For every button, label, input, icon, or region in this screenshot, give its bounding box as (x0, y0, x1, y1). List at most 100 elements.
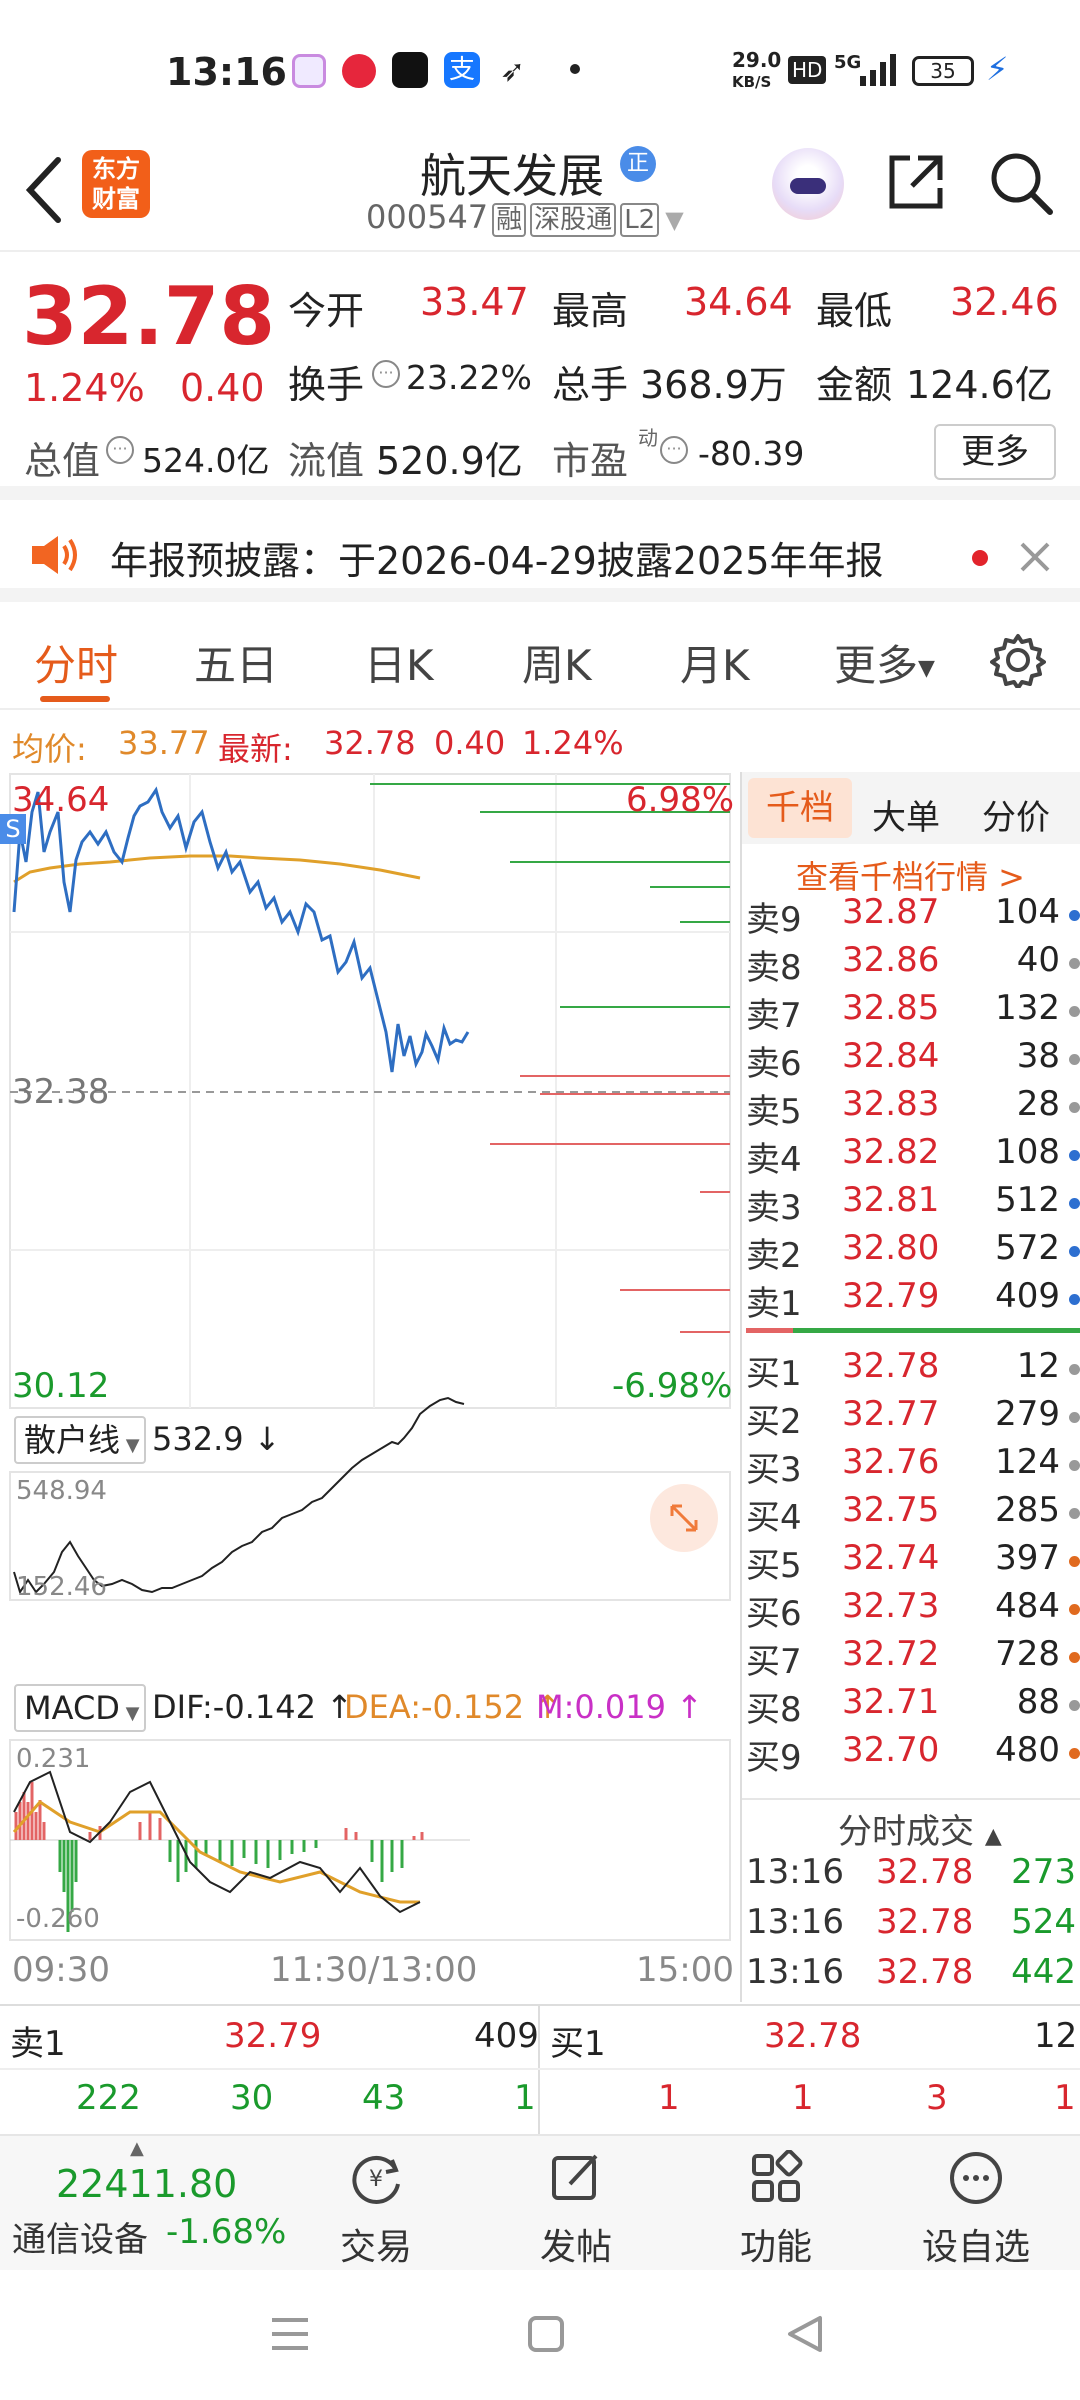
bottom-nav: ▲ 22411.80 通信设备 -1.68% ¥ 交易 发帖 功能 设自选 (0, 2134, 1080, 2270)
stock-name: 航天发展 (420, 149, 604, 203)
bid-row[interactable]: 买1 32.78 12 (742, 1346, 1080, 1394)
bid-volume: 397 (995, 1538, 1060, 1578)
bid-price: 32.76 (842, 1442, 940, 1482)
ask-level-label: 卖6 (746, 1044, 802, 1084)
ask-price: 32.84 (842, 1036, 940, 1076)
chevron-down-icon[interactable]: ▼ (665, 206, 683, 234)
tab-daily-k[interactable]: 日K (364, 632, 434, 693)
trade-price: 32.78 (876, 1952, 974, 1992)
ask-row[interactable]: 卖1 32.79 409 (742, 1276, 1080, 1324)
trade-row: 13:16 32.78 524 (742, 1902, 1080, 1950)
ask-price: 32.79 (842, 1276, 940, 1316)
stock-header: 东方 财富 航天发展 正 000547 融深股通 L2 ▼ (0, 140, 1080, 252)
buy-queue-item: 1 (792, 2078, 814, 2118)
bottom-buy-label: 买1 (550, 2024, 606, 2064)
info-icon[interactable]: ··· (660, 436, 688, 464)
pe-label: 市盈 (552, 439, 629, 483)
back-icon[interactable] (24, 154, 64, 226)
edit-icon (552, 2154, 598, 2200)
share-icon[interactable] (884, 150, 948, 214)
trade-price: 32.78 (876, 1852, 974, 1892)
bid-indicator-dot (1069, 1604, 1080, 1615)
ask-indicator-dot (1069, 910, 1080, 921)
ask-row[interactable]: 卖3 32.81 512 (742, 1180, 1080, 1228)
bid-row[interactable]: 买2 32.77 279 (742, 1394, 1080, 1442)
post-button[interactable]: 发帖 (476, 2136, 676, 2272)
bid-level-label: 买6 (746, 1594, 802, 1634)
ask-level-label: 卖7 (746, 996, 802, 1036)
bottom-sell-volume: 409 (474, 2016, 539, 2056)
bottom-sell-label: 卖1 (10, 2024, 66, 2064)
tab-weekly-k[interactable]: 周K (522, 632, 592, 693)
bid-price: 32.71 (842, 1682, 940, 1722)
functions-button[interactable]: 功能 (676, 2136, 876, 2272)
bid-indicator-dot (1069, 1748, 1080, 1759)
close-icon[interactable] (1018, 540, 1052, 574)
sell-queue-item: 1 (514, 2078, 536, 2118)
bid-row[interactable]: 买3 32.76 124 (742, 1442, 1080, 1490)
bid-row[interactable]: 买7 32.72 728 (742, 1634, 1080, 1682)
ask-row[interactable]: 卖2 32.80 572 (742, 1228, 1080, 1276)
search-icon[interactable] (988, 150, 1054, 216)
trades-title[interactable]: 分时成交 ▲ (838, 1804, 1002, 1853)
notice-banner[interactable]: 年报预披露：于2026-04-29披露2025年年报 (0, 510, 1080, 602)
ask-row[interactable]: 卖4 32.82 108 (742, 1132, 1080, 1180)
bid-volume: 12 (1016, 1346, 1060, 1386)
intraday-chart-area[interactable]: 34.64 6.98% S 32.38 30.12 -6.98% 散户线 ▼ 5… (0, 772, 740, 2002)
retail-selector[interactable]: 散户线 ▼ (14, 1416, 146, 1464)
tab-more[interactable]: 更多▼ (834, 632, 935, 693)
float-cap-label: 流值 (288, 439, 365, 483)
trade-time: 13:16 (746, 1902, 844, 1942)
sector-index-widget[interactable]: ▲ 22411.80 通信设备 -1.68% (0, 2136, 290, 2272)
svg-text:¥: ¥ (369, 2167, 383, 2192)
tab-price-distribution[interactable]: 分价 (982, 790, 1050, 839)
ask-price: 32.87 (842, 892, 940, 932)
settings-gear-icon[interactable] (990, 632, 1046, 688)
expand-icon[interactable] (650, 1484, 718, 1552)
recent-apps-icon[interactable] (270, 2314, 310, 2354)
back-nav-icon[interactable] (784, 2314, 824, 2354)
bid-row[interactable]: 买8 32.71 88 (742, 1682, 1080, 1730)
macd-m: M:0.019 ↑ (536, 1688, 703, 1726)
tab-five-day[interactable]: 五日 (194, 632, 278, 693)
ask-row[interactable]: 卖7 32.85 132 (742, 988, 1080, 1036)
ask-row[interactable]: 卖6 32.84 38 (742, 1036, 1080, 1084)
bid-indicator-dot (1069, 1508, 1080, 1519)
assistant-avatar[interactable] (772, 148, 844, 220)
ask-row[interactable]: 卖5 32.83 28 (742, 1084, 1080, 1132)
margin-tag: 融 (492, 203, 527, 237)
buy-queue-item: 1 (658, 2078, 680, 2118)
bid-level-label: 买1 (746, 1354, 802, 1394)
bid-volume: 279 (995, 1394, 1060, 1434)
news-app-icon (392, 52, 428, 88)
info-icon[interactable]: ··· (106, 436, 134, 464)
trade-button[interactable]: ¥ 交易 (276, 2136, 476, 2272)
ask-row[interactable]: 卖8 32.86 40 (742, 940, 1080, 988)
more-button[interactable]: 更多 (934, 424, 1056, 480)
tab-big-orders[interactable]: 大单 (872, 790, 940, 839)
bid-row[interactable]: 买6 32.73 484 (742, 1586, 1080, 1634)
ask-level-label: 卖9 (746, 900, 802, 940)
tab-intraday[interactable]: 分时 (34, 632, 118, 693)
bid-row[interactable]: 买5 32.74 397 (742, 1538, 1080, 1586)
ask-indicator-dot (1069, 1006, 1080, 1017)
trade-icon: ¥ (352, 2155, 400, 2204)
bid-row[interactable]: 买9 32.70 480 (742, 1730, 1080, 1778)
home-icon[interactable] (526, 2314, 566, 2354)
status-bar: 13:16 支 ➶ 29.0 KB/S HD 5G 35 ⚡ (0, 0, 1080, 140)
add-watchlist-button[interactable]: 设自选 (876, 2136, 1076, 2272)
trade-row: 13:16 32.78 442 (742, 1952, 1080, 2000)
ask-row[interactable]: 卖9 32.87 104 (742, 892, 1080, 940)
bid-indicator-dot (1069, 1364, 1080, 1375)
tab-thousand-level[interactable]: 千档 (748, 778, 852, 838)
sector-pct: -1.68% (166, 2212, 287, 2252)
macd-selector[interactable]: MACD ▼ (14, 1684, 146, 1732)
tab-monthly-k[interactable]: 月K (680, 632, 750, 693)
turnover-label: 换手 (288, 363, 365, 407)
ask-volume: 40 (1016, 940, 1060, 980)
bid-indicator-dot (1069, 1460, 1080, 1471)
sell-queue-item: 222 (76, 2078, 141, 2118)
bid-row[interactable]: 买4 32.75 285 (742, 1490, 1080, 1538)
bid-level-label: 买7 (746, 1642, 802, 1682)
info-icon[interactable]: ··· (372, 360, 400, 388)
